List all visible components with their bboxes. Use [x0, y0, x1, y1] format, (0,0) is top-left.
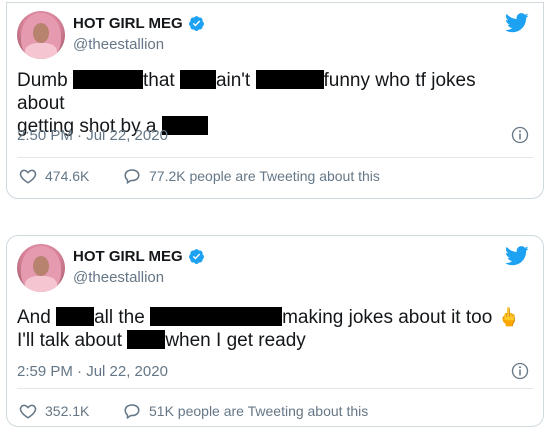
- info-circle-icon[interactable]: [511, 126, 529, 144]
- tweet-card-2[interactable]: HOT GIRL MEG @theestallion And all the m…: [6, 235, 544, 427]
- tweet-text-segment: that: [142, 70, 175, 91]
- middle-finger-emoji: 🖕: [497, 307, 520, 327]
- like-count: 474.6K: [45, 168, 90, 184]
- tweet-timestamp[interactable]: 2:50 PM · Jul 22, 2020: [17, 127, 168, 144]
- tweet-text-segment: all the: [94, 307, 145, 328]
- display-name[interactable]: HOT GIRL MEG: [73, 248, 183, 265]
- speech-bubble-icon: [124, 169, 140, 185]
- tweet-text-segment: ain't: [215, 70, 251, 91]
- heart-icon: [19, 169, 37, 184]
- avatar[interactable]: [17, 244, 65, 292]
- tweet-timestamp[interactable]: 2:59 PM · Jul 22, 2020: [17, 363, 168, 380]
- verified-badge-icon: [188, 16, 204, 31]
- tweet-text-segment: I'll talk about: [17, 330, 123, 351]
- divider: [17, 388, 533, 389]
- like-button[interactable]: 474.6K: [19, 167, 89, 185]
- redaction-box: [150, 307, 283, 326]
- speech-bubble-icon: [124, 404, 140, 420]
- tweet-text: And all the making jokes about it too 🖕 …: [17, 306, 527, 352]
- verified-badge-icon: [188, 249, 204, 264]
- tweet-text-segment: Dumb: [17, 70, 68, 91]
- tweeting-about-this-link[interactable]: 51K people are Tweeting about this: [123, 402, 368, 420]
- tweeting-about-text: 51K people are Tweeting about this: [149, 403, 369, 419]
- tweeting-about-this-link[interactable]: 77.2K people are Tweeting about this: [123, 167, 380, 185]
- tweeting-about-text: 77.2K people are Tweeting about this: [149, 168, 380, 184]
- user-handle[interactable]: @theestallion: [73, 36, 164, 53]
- tweet-card-1[interactable]: HOT GIRL MEG @theestallion Dumb that ain…: [6, 2, 544, 199]
- redaction-box: [179, 70, 216, 89]
- like-count: 352.1K: [45, 403, 90, 419]
- redaction-box: [56, 307, 95, 326]
- redaction-box: [72, 70, 143, 89]
- user-name-row[interactable]: HOT GIRL MEG: [73, 15, 205, 32]
- twitter-bird-icon[interactable]: [505, 246, 529, 266]
- tweet-text-segment: And: [17, 307, 51, 328]
- redaction-box: [255, 70, 324, 89]
- divider: [17, 157, 533, 158]
- display-name[interactable]: HOT GIRL MEG: [73, 15, 183, 32]
- info-circle-icon[interactable]: [511, 362, 529, 380]
- user-name-row[interactable]: HOT GIRL MEG: [73, 248, 205, 265]
- twitter-bird-icon[interactable]: [505, 13, 529, 33]
- heart-icon: [19, 404, 37, 419]
- like-button[interactable]: 352.1K: [19, 402, 89, 420]
- avatar[interactable]: [17, 11, 65, 59]
- redaction-box: [127, 330, 166, 349]
- user-handle[interactable]: @theestallion: [73, 269, 164, 286]
- redaction-box: [161, 116, 208, 135]
- tweet-text-segment: when I get ready: [165, 330, 306, 351]
- tweet-text-segment: making jokes about it too: [282, 307, 493, 328]
